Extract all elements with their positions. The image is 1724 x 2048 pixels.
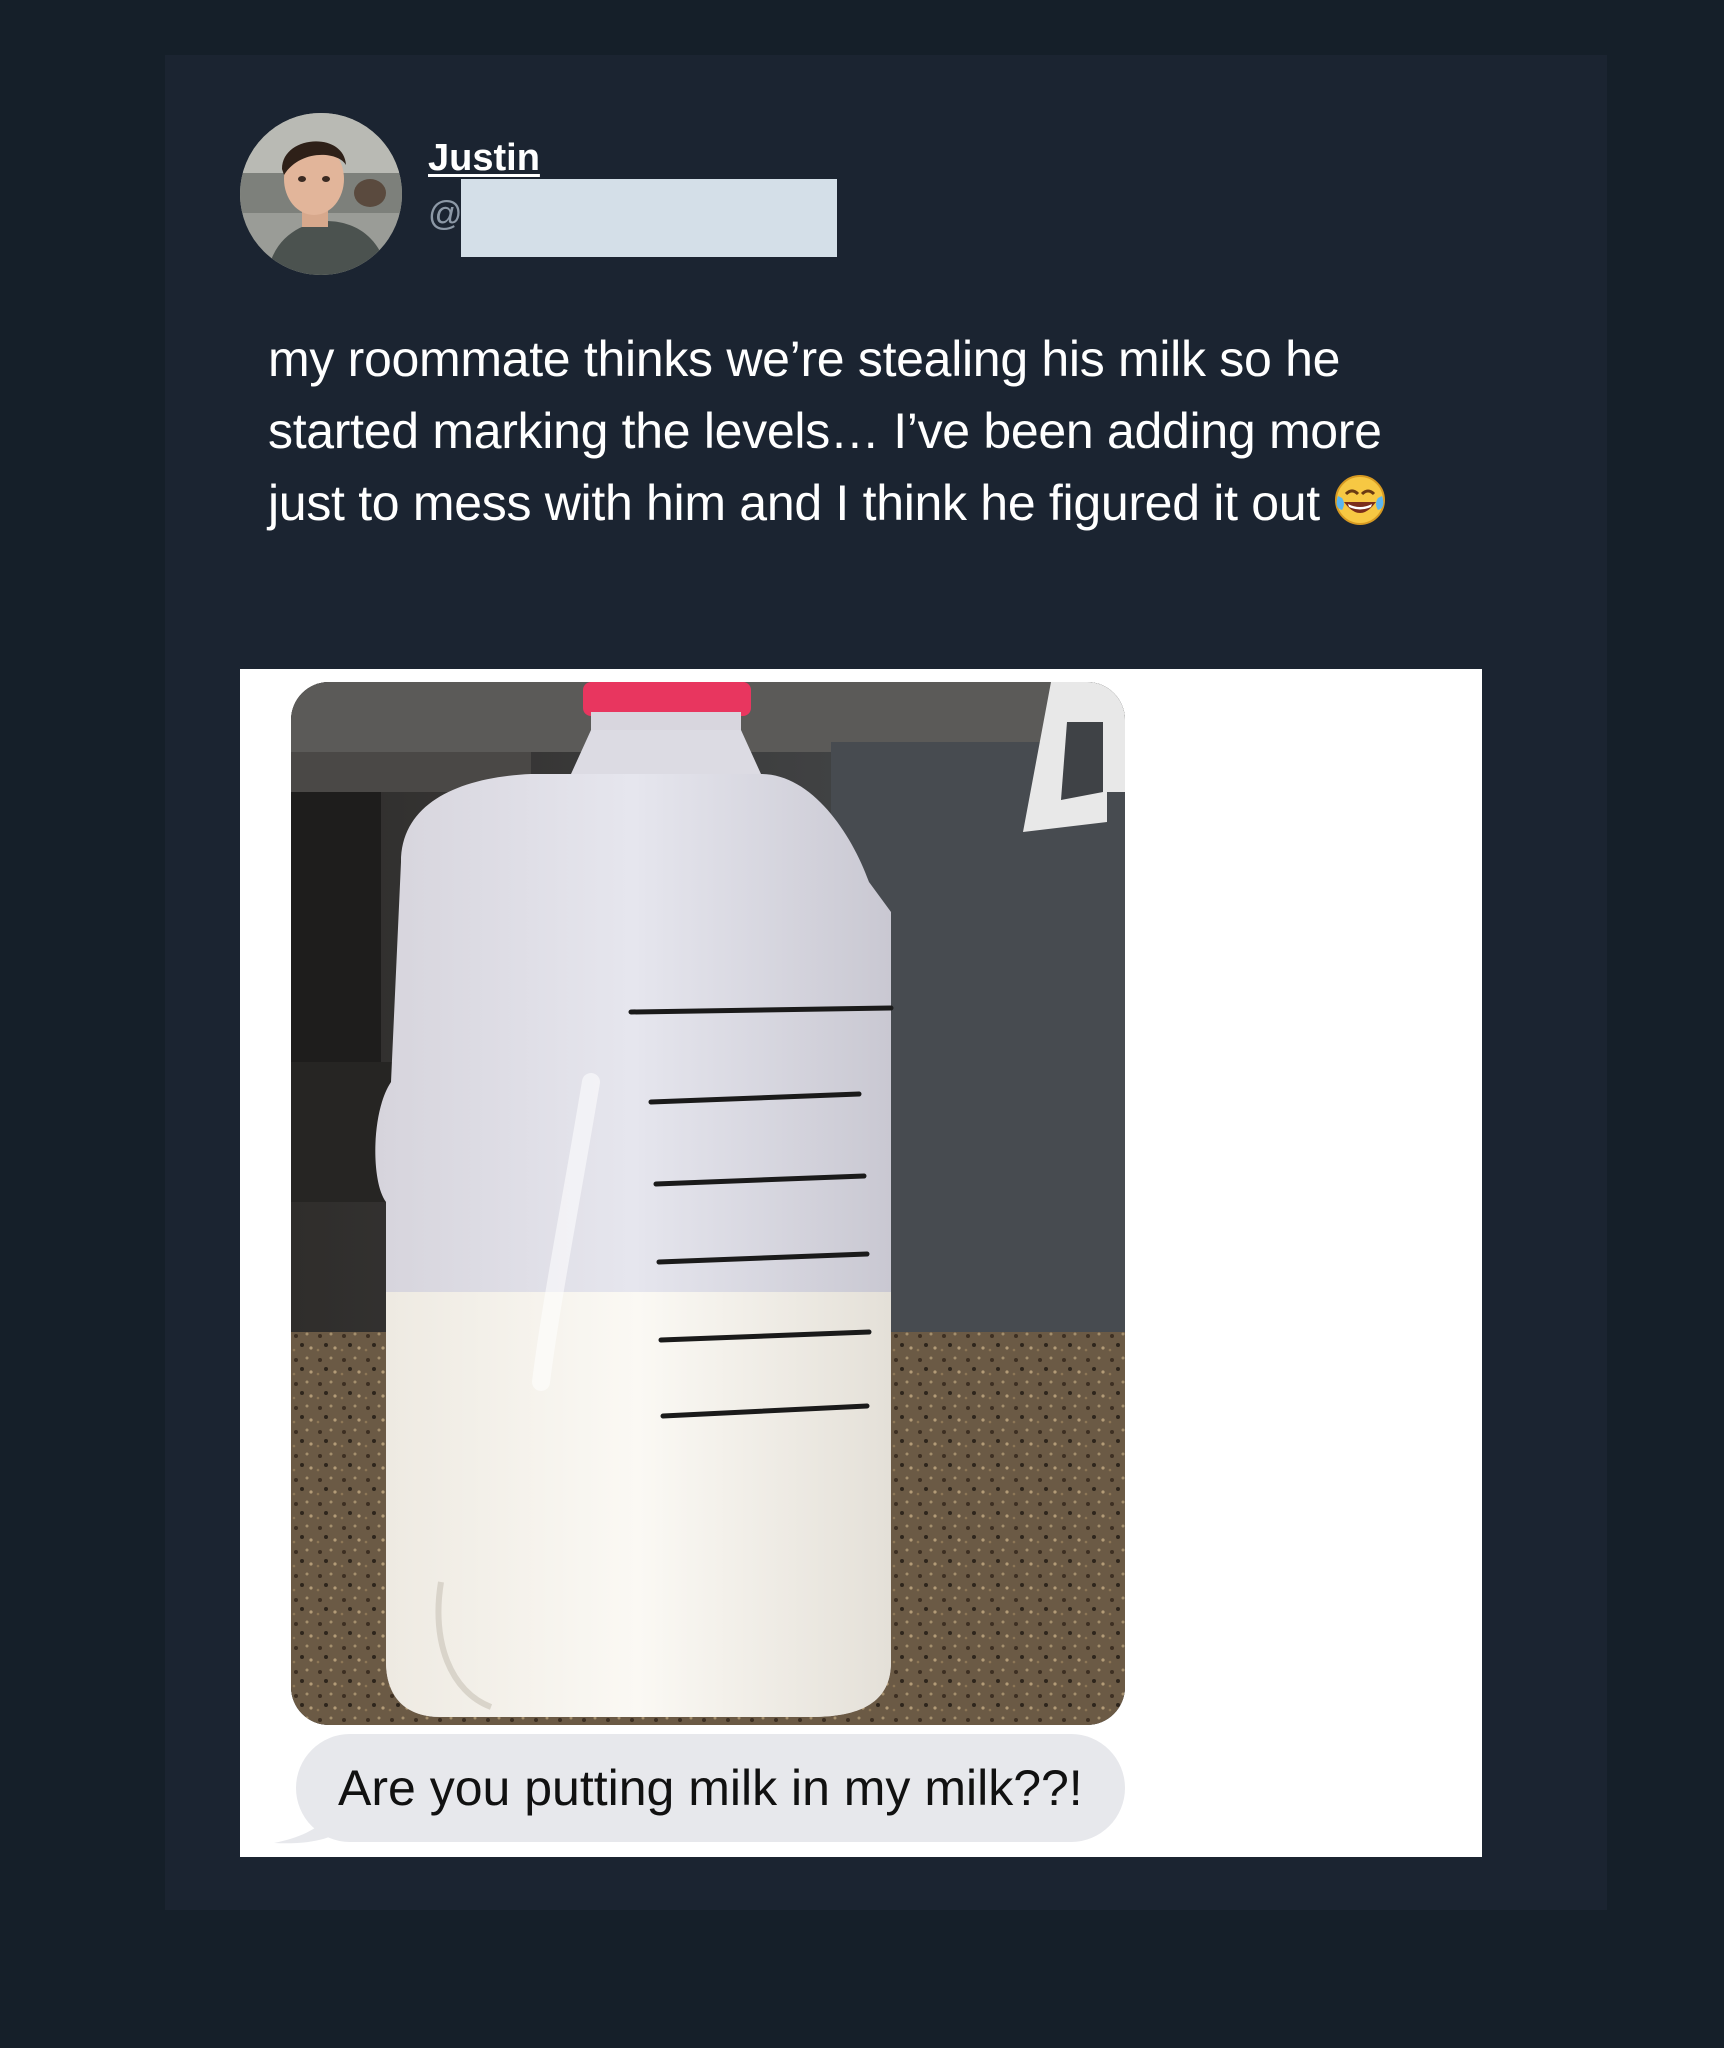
tweet-text: my roommate thinks we’re stealing his mi… xyxy=(268,323,1428,545)
message-bubble: Are you putting milk in my milk??! xyxy=(296,1734,1125,1842)
author-handle-prefix: @ xyxy=(428,195,463,233)
tweet-body: my roommate thinks we’re stealing his mi… xyxy=(268,331,1382,531)
milk-jug-photo xyxy=(291,682,1125,1725)
handle-redaction xyxy=(461,179,837,257)
author-display-name[interactable]: Justin xyxy=(428,137,540,180)
face-with-tears-of-joy-icon xyxy=(1334,473,1386,545)
avatar[interactable] xyxy=(240,113,402,275)
tweet-card: Justin @ my roommate thinks we’re steali… xyxy=(165,55,1607,1910)
screenshot-attachment[interactable]: Are you putting milk in my milk??! xyxy=(240,669,1482,1857)
avatar-photo xyxy=(240,113,402,275)
